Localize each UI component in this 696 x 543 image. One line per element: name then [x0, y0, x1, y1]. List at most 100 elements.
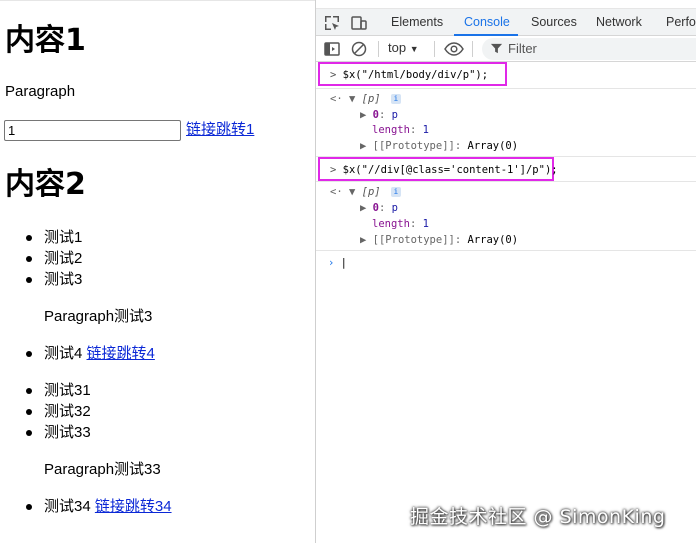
bullet — [26, 235, 32, 241]
result-length: length: 1 — [372, 124, 429, 136]
clear-console-icon[interactable] — [350, 40, 368, 58]
length-value: 1 — [422, 218, 429, 230]
console-toolbar: top ▼ Filter — [316, 36, 696, 62]
text-input[interactable] — [4, 120, 181, 141]
command-text: $x("//div[@class='content-1']/p"); — [342, 164, 558, 176]
collapse-arrow-icon: ▶ — [360, 109, 367, 121]
separator — [434, 41, 435, 57]
context-label: top — [388, 40, 407, 55]
list-item-text: 测试33 — [44, 424, 91, 441]
separator — [378, 41, 379, 57]
list-item-text: 测试32 — [44, 403, 91, 420]
bullet — [26, 351, 32, 357]
list-item-text: 测试4 — [44, 345, 83, 362]
return-arrow-icon: <· — [330, 93, 343, 105]
length-key: length — [372, 124, 410, 136]
heading-content-1: 内容1 — [5, 23, 86, 58]
item-value: p — [391, 202, 398, 214]
link-jump-34[interactable]: 链接跳转34 — [95, 498, 172, 515]
bullet — [26, 256, 32, 262]
result-label: [p] — [361, 93, 381, 105]
length-value: 1 — [422, 124, 429, 136]
result-length: length: 1 — [372, 218, 429, 230]
link-jump-1[interactable]: 链接跳转1 — [186, 120, 254, 140]
prompt-icon: > — [330, 164, 337, 176]
devtools-panel: Elements Console Sources Network Perfo t… — [315, 0, 696, 543]
list-item-text: 测试2 — [44, 250, 83, 267]
result-prototype[interactable]: ▶ [[Prototype]]: Array(0) — [360, 139, 518, 153]
console-command-1: > $x("/html/body/div/p"); — [330, 68, 488, 82]
result-item-0[interactable]: ▶ 0: p — [360, 108, 398, 122]
result-prototype[interactable]: ▶ [[Prototype]]: Array(0) — [360, 233, 518, 247]
bullet — [26, 409, 32, 415]
bullet — [26, 388, 32, 394]
list-item: 测试4 链接跳转4 — [26, 344, 155, 364]
filter-icon — [490, 43, 503, 54]
context-selector[interactable]: top ▼ — [388, 40, 419, 55]
console-command-2: > $x("//div[@class='content-1']/p"); — [330, 163, 558, 177]
caret: | — [340, 257, 347, 269]
tab-console[interactable]: Console — [464, 15, 510, 29]
filter-input[interactable]: Filter — [482, 38, 696, 60]
devtools-tab-bar: Elements Console Sources Network Perfo — [316, 8, 696, 36]
paragraph-1: Paragraph — [5, 83, 76, 100]
list-item-text: 测试31 — [44, 382, 91, 399]
console-result-2: <· ▼ [p] i — [330, 185, 401, 199]
tab-sources[interactable]: Sources — [531, 15, 577, 29]
prototype-value: Array(0) — [467, 140, 519, 152]
prototype-value: Array(0) — [467, 234, 519, 246]
list-item-text: 测试3 — [44, 271, 83, 288]
prototype-key: [[Prototype]] — [372, 140, 455, 152]
length-key: length — [372, 218, 410, 230]
list-item: 测试31 — [26, 381, 91, 401]
bullet — [26, 430, 32, 436]
divider — [316, 181, 696, 182]
collapse-arrow-icon: ▶ — [360, 140, 367, 152]
collapse-arrow-icon: ▶ — [360, 234, 367, 246]
list-item-text: 测试1 — [44, 229, 83, 246]
divider — [316, 250, 696, 251]
bullet — [26, 504, 32, 510]
prototype-key: [[Prototype]] — [372, 234, 455, 246]
info-icon[interactable]: i — [390, 187, 401, 197]
tab-elements[interactable]: Elements — [391, 15, 443, 29]
rendered-page: 内容1 Paragraph 链接跳转1 内容2 测试1 测试2 测试3 Para… — [0, 0, 315, 543]
console-input[interactable]: › | — [328, 256, 347, 270]
list-item: 测试3 — [26, 270, 83, 290]
sidebar-toggle-icon[interactable] — [323, 40, 341, 58]
list-item: 测试2 — [26, 249, 83, 269]
device-toolbar-icon[interactable] — [350, 14, 368, 32]
tab-performance[interactable]: Perfo — [666, 15, 696, 29]
console-result-1: <· ▼ [p] i — [330, 92, 401, 106]
command-text: $x("/html/body/div/p"); — [342, 69, 489, 81]
input-prompt-icon: › — [328, 257, 335, 269]
collapse-arrow-icon: ▶ — [360, 202, 367, 214]
watermark: 掘金技术社区 @ SimonKing — [410, 506, 666, 528]
result-label: [p] — [361, 186, 381, 198]
sub-paragraph-3: Paragraph测试3 — [44, 308, 153, 325]
dropdown-arrow-icon: ▼ — [409, 44, 419, 54]
divider — [316, 88, 696, 89]
expand-arrow-icon[interactable]: ▼ — [349, 186, 355, 198]
list-item-text: 测试34 — [44, 498, 91, 515]
sub-paragraph-33: Paragraph测试33 — [44, 461, 161, 478]
item-value: p — [391, 109, 398, 121]
list-item: 测试1 — [26, 228, 83, 248]
bullet — [26, 277, 32, 283]
return-arrow-icon: <· — [330, 186, 343, 198]
console-output: > $x("/html/body/div/p"); <· ▼ [p] i ▶ 0… — [316, 62, 696, 543]
prompt-icon: > — [330, 69, 337, 81]
result-item-0[interactable]: ▶ 0: p — [360, 201, 398, 215]
list-item: 测试33 — [26, 423, 91, 443]
tab-network[interactable]: Network — [596, 15, 642, 29]
heading-content-2: 内容2 — [5, 167, 86, 202]
link-jump-4[interactable]: 链接跳转4 — [87, 345, 155, 362]
separator — [472, 41, 473, 57]
list-item: 测试34 链接跳转34 — [26, 497, 172, 517]
inspect-element-icon[interactable] — [323, 14, 341, 32]
list-item: 测试32 — [26, 402, 91, 422]
filter-placeholder: Filter — [508, 41, 537, 56]
eye-icon[interactable] — [444, 40, 464, 58]
info-icon[interactable]: i — [390, 94, 401, 104]
expand-arrow-icon[interactable]: ▼ — [349, 93, 355, 105]
